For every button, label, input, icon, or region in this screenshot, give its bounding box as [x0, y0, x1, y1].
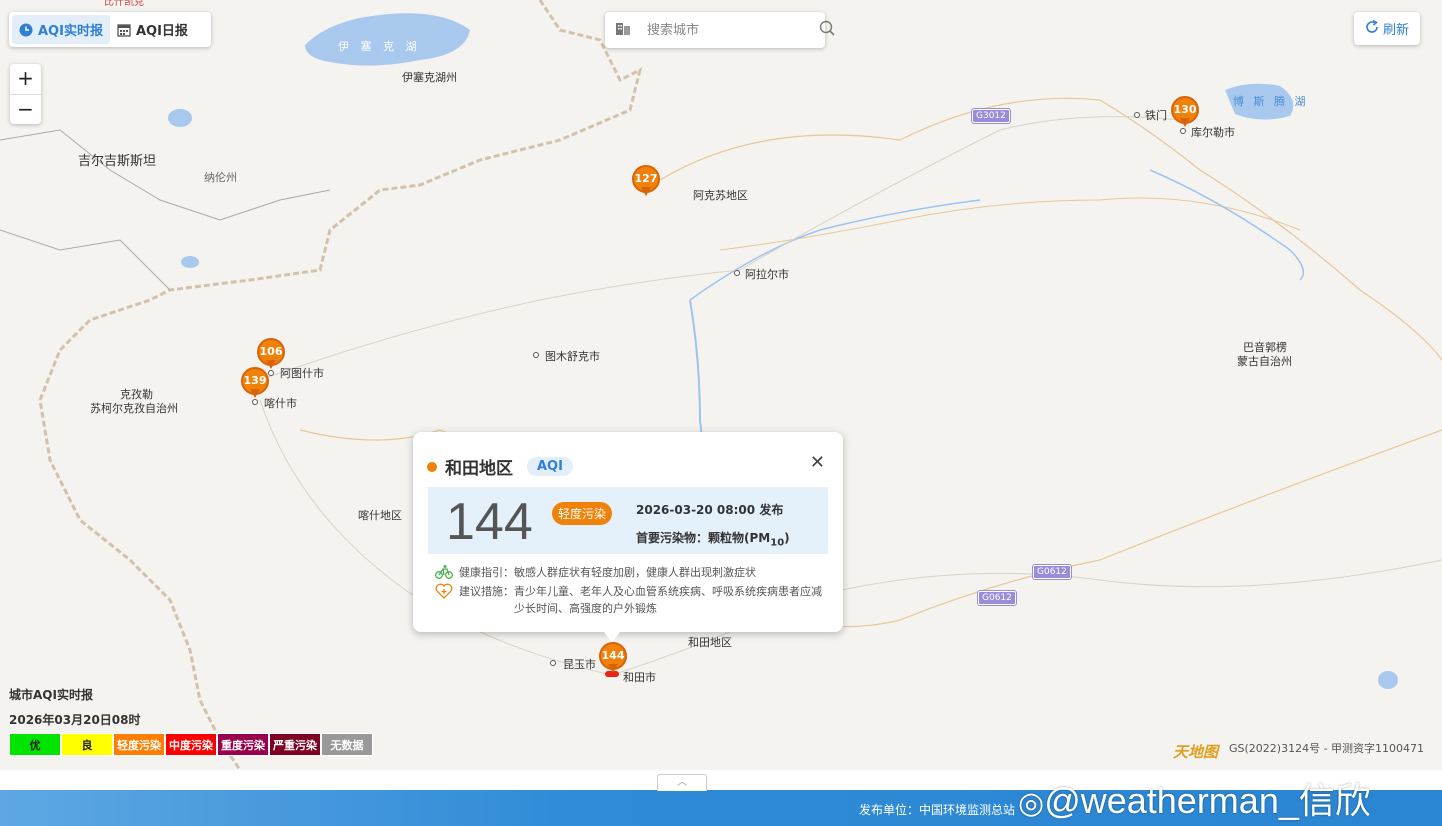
aqi-marker-kuerle[interactable]: 130 [1171, 96, 1199, 127]
tab-aqi-daily[interactable]: AQI日报 [110, 15, 195, 44]
calendar-icon [117, 23, 131, 37]
legend-level-nodata: 无数据 [321, 733, 373, 756]
publish-time: 2026-03-20 08:00 发布 [636, 501, 783, 518]
map-label-akesu-region: 阿克苏地区 [693, 189, 748, 202]
pollutant-label: 首要污染物：颗粒物(PM [636, 531, 771, 545]
building-icon [615, 20, 631, 40]
tab-aqi-realtime[interactable]: AQI实时报 [12, 15, 110, 44]
map-label-kuerle: 库尔勒市 [1191, 126, 1235, 139]
map-label-tumushuke: 图木舒克市 [545, 350, 600, 363]
city-dot-tumushuke [533, 352, 539, 358]
aqi-marker-atushi[interactable]: 106 [257, 338, 285, 369]
city-dot-tiemen [1134, 112, 1140, 118]
tianditu-logo: 天地图 [1173, 743, 1219, 761]
map-label-kashi-region: 喀什地区 [358, 509, 402, 522]
popup-pointer [603, 631, 621, 642]
weibo-watermark: ◎@weatherman_信欣 [1018, 772, 1371, 824]
bicycle-icon [435, 564, 453, 580]
map-label-hetian-region: 和田地区 [688, 636, 732, 649]
heart-plus-icon [435, 583, 453, 599]
map-label-kezile-2: 苏柯尔克孜自治州 [90, 402, 178, 415]
legend-title: 城市AQI实时报 [9, 688, 93, 702]
report-tabs: AQI实时报 AQI日报 [9, 12, 211, 47]
city-dot-kashi [252, 399, 258, 405]
health-guidance: 健康指引：敏感人群症状有轻度加剧，健康人群出现刺激症状 建议措施： 青少年儿童、老… [435, 564, 825, 617]
refresh-button[interactable]: 刷新 [1354, 12, 1420, 45]
health-label: 健康指引： [459, 566, 514, 579]
map-label-kashi: 喀什市 [264, 397, 297, 410]
legend-level-light: 轻度污染 [113, 733, 165, 756]
map-label-kyrgyzstan: 吉尔吉斯斯坦 [78, 154, 157, 169]
popup-title: 和田地区 [445, 459, 513, 479]
footer: ︿ 发布单位：中国环境监测总站 ◎@weatherman_信欣 [0, 770, 1442, 826]
search-input[interactable] [645, 21, 819, 39]
aqi-marker-akesu[interactable]: 127 [632, 165, 660, 196]
tab-label: AQI日报 [135, 24, 188, 39]
road-shield-g0612-2: G0612 [978, 591, 1016, 605]
city-aqi-popup: 和田地区 AQI ✕ 144 轻度污染 2026-03-20 08:00 发布 … [413, 432, 843, 642]
map-label-alaer: 阿拉尔市 [745, 268, 789, 281]
advice-text: 青少年儿童、老年人及心血管系统疾病、呼吸系统疾病患者应减少长时间、高强度的户外锻… [514, 585, 822, 615]
aqi-tag: AQI [527, 457, 573, 476]
legend-level-excellent: 优 [9, 733, 61, 756]
map-label-lake-yisaike: 伊 塞 克 湖 [338, 40, 421, 53]
publish-time-suffix: 发布 [759, 503, 784, 517]
refresh-label: 刷新 [1382, 23, 1409, 38]
publish-time-value: 2026-03-20 08:00 [636, 503, 756, 517]
legend-date: 2026年03月20日08时 [9, 713, 141, 727]
marker-pointer [641, 187, 651, 196]
marker-pointer [1180, 118, 1190, 127]
legend-level-good: 良 [61, 733, 113, 756]
city-dot-kunyu [550, 660, 556, 666]
marker-pointer [608, 664, 618, 673]
city-dot-kuerle [1180, 128, 1186, 134]
refresh-icon [1365, 19, 1379, 38]
map-label-naren: 纳伦州 [204, 171, 237, 184]
zoom-out-button[interactable]: − [10, 94, 41, 125]
level-dot [427, 461, 437, 472]
zoom-in-button[interactable]: + [10, 64, 41, 94]
city-dot-alaer [734, 270, 740, 276]
pollutant-end: ) [784, 531, 790, 545]
legend-level-heavy: 重度污染 [217, 733, 269, 756]
aqi-value: 144 [446, 493, 533, 551]
weibo-icon: ◎ [1018, 786, 1045, 820]
search-icon[interactable] [819, 20, 835, 40]
map-label-hetian-city: 和田市 [623, 671, 656, 684]
watermark-text: @weatherman_信欣 [1044, 780, 1371, 821]
close-icon[interactable]: ✕ [810, 452, 825, 473]
tab-label: AQI实时报 [38, 24, 103, 39]
advice-label: 建议措施： [459, 585, 514, 598]
aqi-marker-hetian[interactable]: 144 [599, 642, 627, 673]
search-box [605, 12, 835, 48]
primary-pollutant: 首要污染物：颗粒物(PM10) [636, 529, 790, 548]
map-label-kezile: 克孜勒 [120, 388, 153, 401]
map-label-bosten-lake: 博 斯 腾 湖 [1233, 95, 1309, 108]
legend-level-moderate: 中度污染 [165, 733, 217, 756]
map-label-bishkek: 比什凯克 [104, 0, 144, 8]
road-shield-g0612: G0612 [1033, 565, 1071, 579]
collapse-handle[interactable]: ︿ [657, 774, 707, 791]
zoom-control: + − [10, 64, 41, 124]
pollution-level-badge: 轻度污染 [552, 502, 613, 525]
clock-icon [19, 23, 33, 37]
map-label-bayin-2: 蒙古自治州 [1237, 355, 1292, 368]
map-label-kunyu: 昆玉市 [563, 658, 596, 671]
pollutant-subscript: 10 [770, 537, 785, 549]
road-shield-g3012: G3012 [972, 109, 1010, 123]
map-label-bayin: 巴音郭楞 [1243, 341, 1287, 354]
marker-pointer [250, 389, 260, 398]
aqi-legend: 优 良 轻度污染 中度污染 重度污染 严重污染 无数据 [9, 733, 373, 756]
legend-level-severe: 严重污染 [269, 733, 321, 756]
health-text: 敏感人群症状有轻度加剧，健康人群出现刺激症状 [514, 566, 756, 579]
publisher-text: 发布单位：中国环境监测总站 [859, 803, 1016, 817]
map-label-tiemen: 铁门 [1145, 109, 1167, 122]
aqi-marker-kashi[interactable]: 139 [241, 367, 269, 398]
map-label-yisaike-state: 伊塞克湖州 [402, 71, 457, 84]
map-canvas[interactable]: 比什凯克 伊 塞 克 湖 伊塞克湖州 吉尔吉斯斯坦 纳伦州 阿克苏地区 阿拉尔市… [0, 0, 1442, 770]
map-license-text: GS(2022)3124号 - 甲测资字1100471 [1229, 742, 1425, 755]
map-label-atushi: 阿图什市 [280, 367, 324, 380]
aqi-summary: 144 轻度污染 2026-03-20 08:00 发布 首要污染物：颗粒物(P… [428, 487, 828, 554]
map-base-layer [0, 0, 1442, 770]
